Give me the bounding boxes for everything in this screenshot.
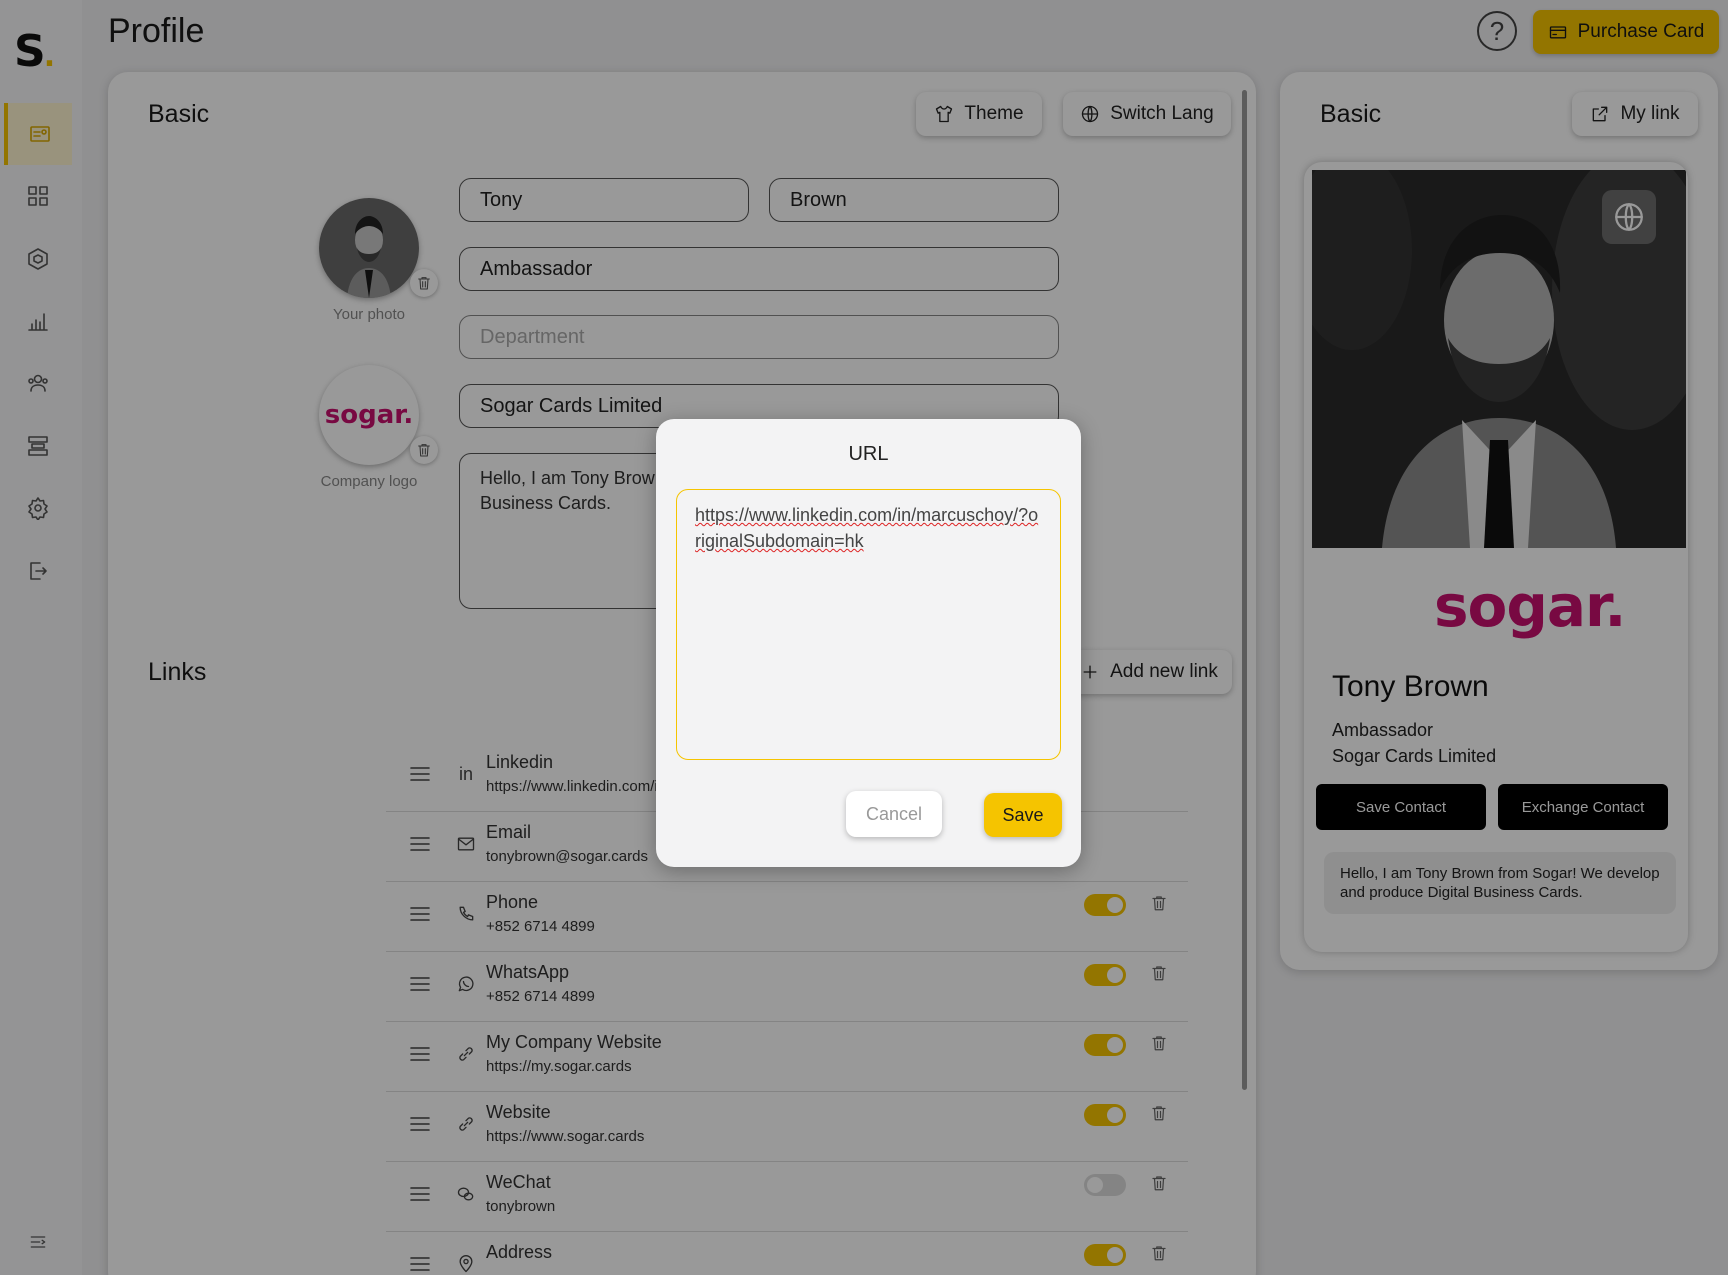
save-button[interactable]: Save — [984, 793, 1062, 837]
cancel-button[interactable]: Cancel — [846, 791, 942, 837]
url-value: https://www.linkedin.com/in/marcuschoy/?… — [695, 505, 1039, 551]
url-textarea[interactable]: https://www.linkedin.com/in/marcuschoy/?… — [676, 489, 1061, 760]
url-dialog-title: URL — [848, 443, 889, 465]
url-dialog: URL https://www.linkedin.com/in/marcusch… — [656, 419, 1081, 867]
